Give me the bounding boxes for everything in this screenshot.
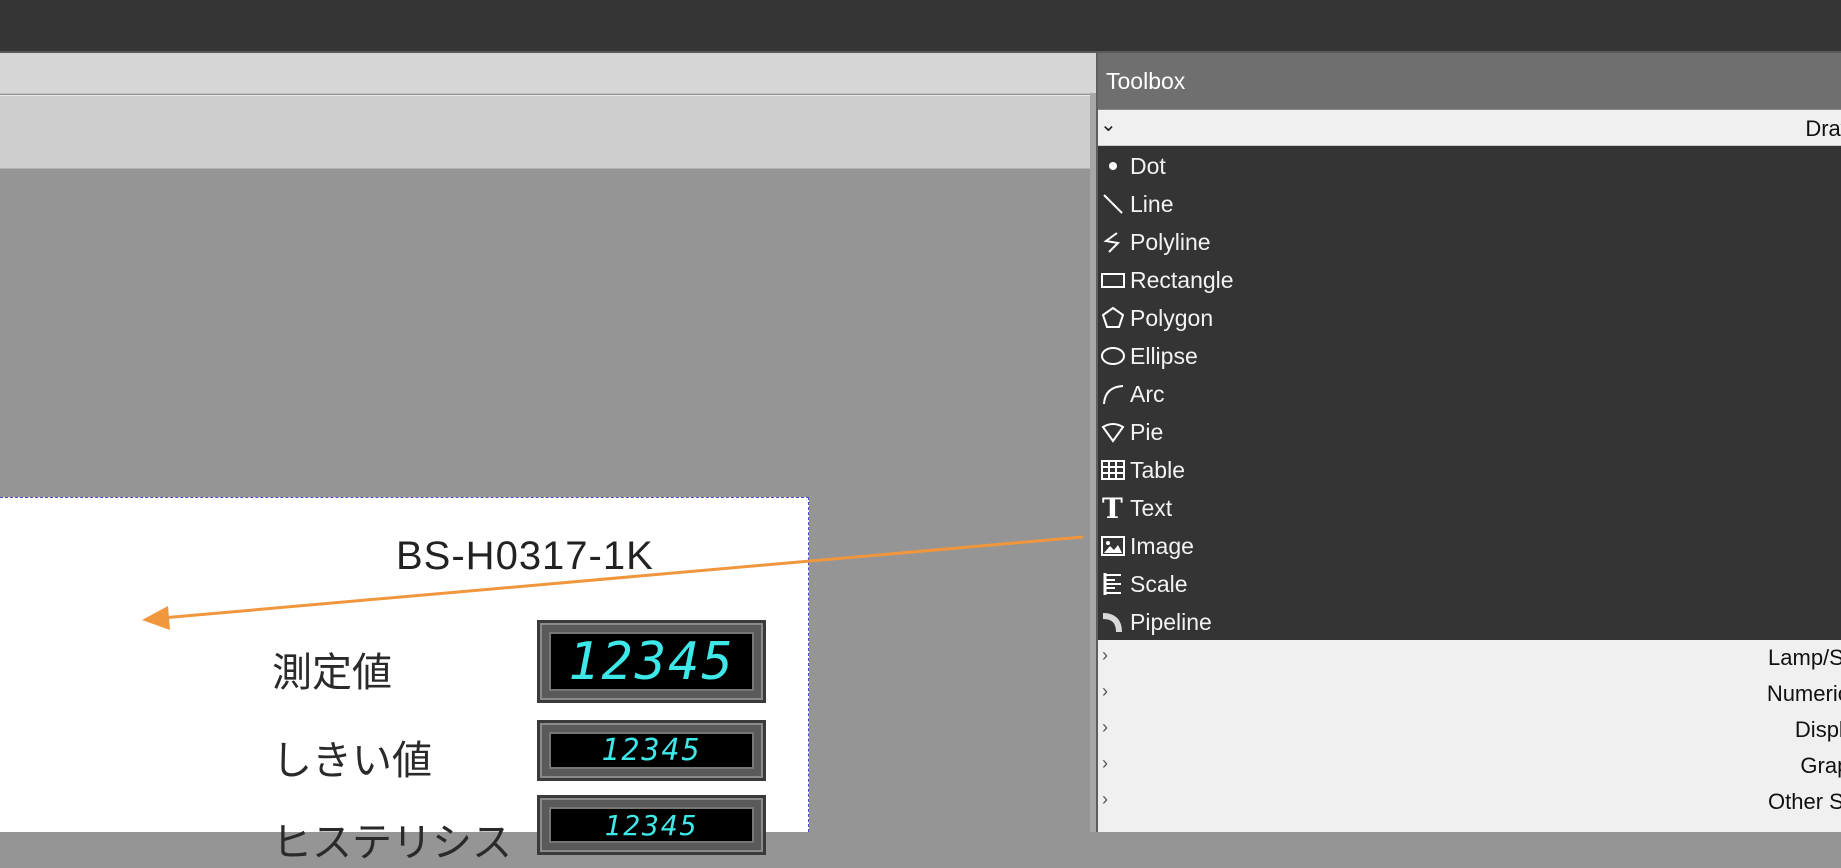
tool-label: Pie [1130,418,1164,445]
title-bar [0,0,1841,52]
tool-pipeline[interactable]: Pipeline [1098,603,1841,641]
category-label: Lamp/Switch [1768,645,1841,670]
editor-tab-strip [0,53,1096,94]
threshold-display[interactable]: 12345 [537,720,766,781]
tool-label: Arc [1130,380,1165,407]
text-icon: T [1100,495,1126,521]
category-label: Display [1794,717,1841,742]
category-label: Other Switch [1768,789,1841,814]
threshold-digits: 12345 [549,732,754,769]
hysteresis-digits: 12345 [549,807,754,843]
tool-label: Scale [1130,570,1188,597]
tool-label: Polyline [1130,228,1211,255]
tool-image[interactable]: Image [1098,527,1841,565]
tool-label: Image [1130,532,1194,559]
scale-icon [1100,571,1126,597]
tool-rectangle[interactable]: Rectangle [1098,261,1841,299]
pipeline-icon [1100,609,1126,635]
polyline-icon [1100,229,1126,255]
measured-value-digits: 12345 [549,632,754,692]
category-other-switch[interactable]: › Other Switch [1098,785,1841,821]
label-measured-value[interactable]: 測定値 [272,640,392,698]
tool-arc[interactable]: Arc [1098,375,1841,413]
tool-label: Table [1130,456,1185,483]
hysteresis-display[interactable]: 12345 [537,795,766,855]
tool-label: Text [1130,494,1173,521]
editor-toolbar [0,95,1090,169]
tool-label: Dot [1130,152,1166,179]
tool-table[interactable]: Table [1098,451,1841,489]
image-icon [1100,533,1126,559]
ellipse-icon [1100,343,1126,369]
toolbox-header [1098,53,1841,110]
tool-ellipse[interactable]: Ellipse [1098,337,1841,375]
tool-label: Line [1130,190,1174,217]
svg-text:T: T [1102,495,1123,521]
draw-tool-list: Dot Line Polyline Rectangle Polygon Elli… [1098,146,1841,640]
tool-label: Ellipse [1130,342,1198,369]
category-display[interactable]: › Display [1098,713,1841,749]
pie-icon [1100,419,1126,445]
polygon-icon [1100,305,1126,331]
canvas-title[interactable]: BS-H0317-1K [396,534,654,579]
label-hysteresis[interactable]: ヒステリシス [272,810,512,868]
label-threshold[interactable]: しきい値 [272,728,432,786]
tool-dot[interactable]: Dot [1098,147,1841,185]
draw-section-label[interactable]: Draw [1098,116,1841,142]
arc-icon [1100,381,1126,407]
toolbox-title: Toolbox [1106,68,1186,94]
category-label: Graph [1800,753,1841,778]
category-lamp-switch[interactable]: › Lamp/Switch [1098,641,1841,677]
line-icon [1100,191,1126,217]
category-numeric-text[interactable]: › Numeric/Text [1098,677,1841,713]
tool-scale[interactable]: Scale [1098,565,1841,603]
tool-text[interactable]: T Text [1098,489,1841,527]
measured-value-display[interactable]: 12345 [537,620,766,703]
tool-polyline[interactable]: Polyline [1098,223,1841,261]
tool-pie[interactable]: Pie [1098,413,1841,451]
category-label: Numeric/Text [1766,681,1841,706]
tool-label: Pipeline [1130,608,1212,635]
tool-polygon[interactable]: Polygon [1098,299,1841,337]
rectangle-icon [1100,267,1126,293]
table-icon [1100,457,1126,483]
tool-line[interactable]: Line [1098,185,1841,223]
category-graph[interactable]: › Graph [1098,749,1841,785]
tool-label: Polygon [1130,304,1214,331]
tool-label: Rectangle [1130,266,1234,293]
dot-icon [1100,153,1126,179]
